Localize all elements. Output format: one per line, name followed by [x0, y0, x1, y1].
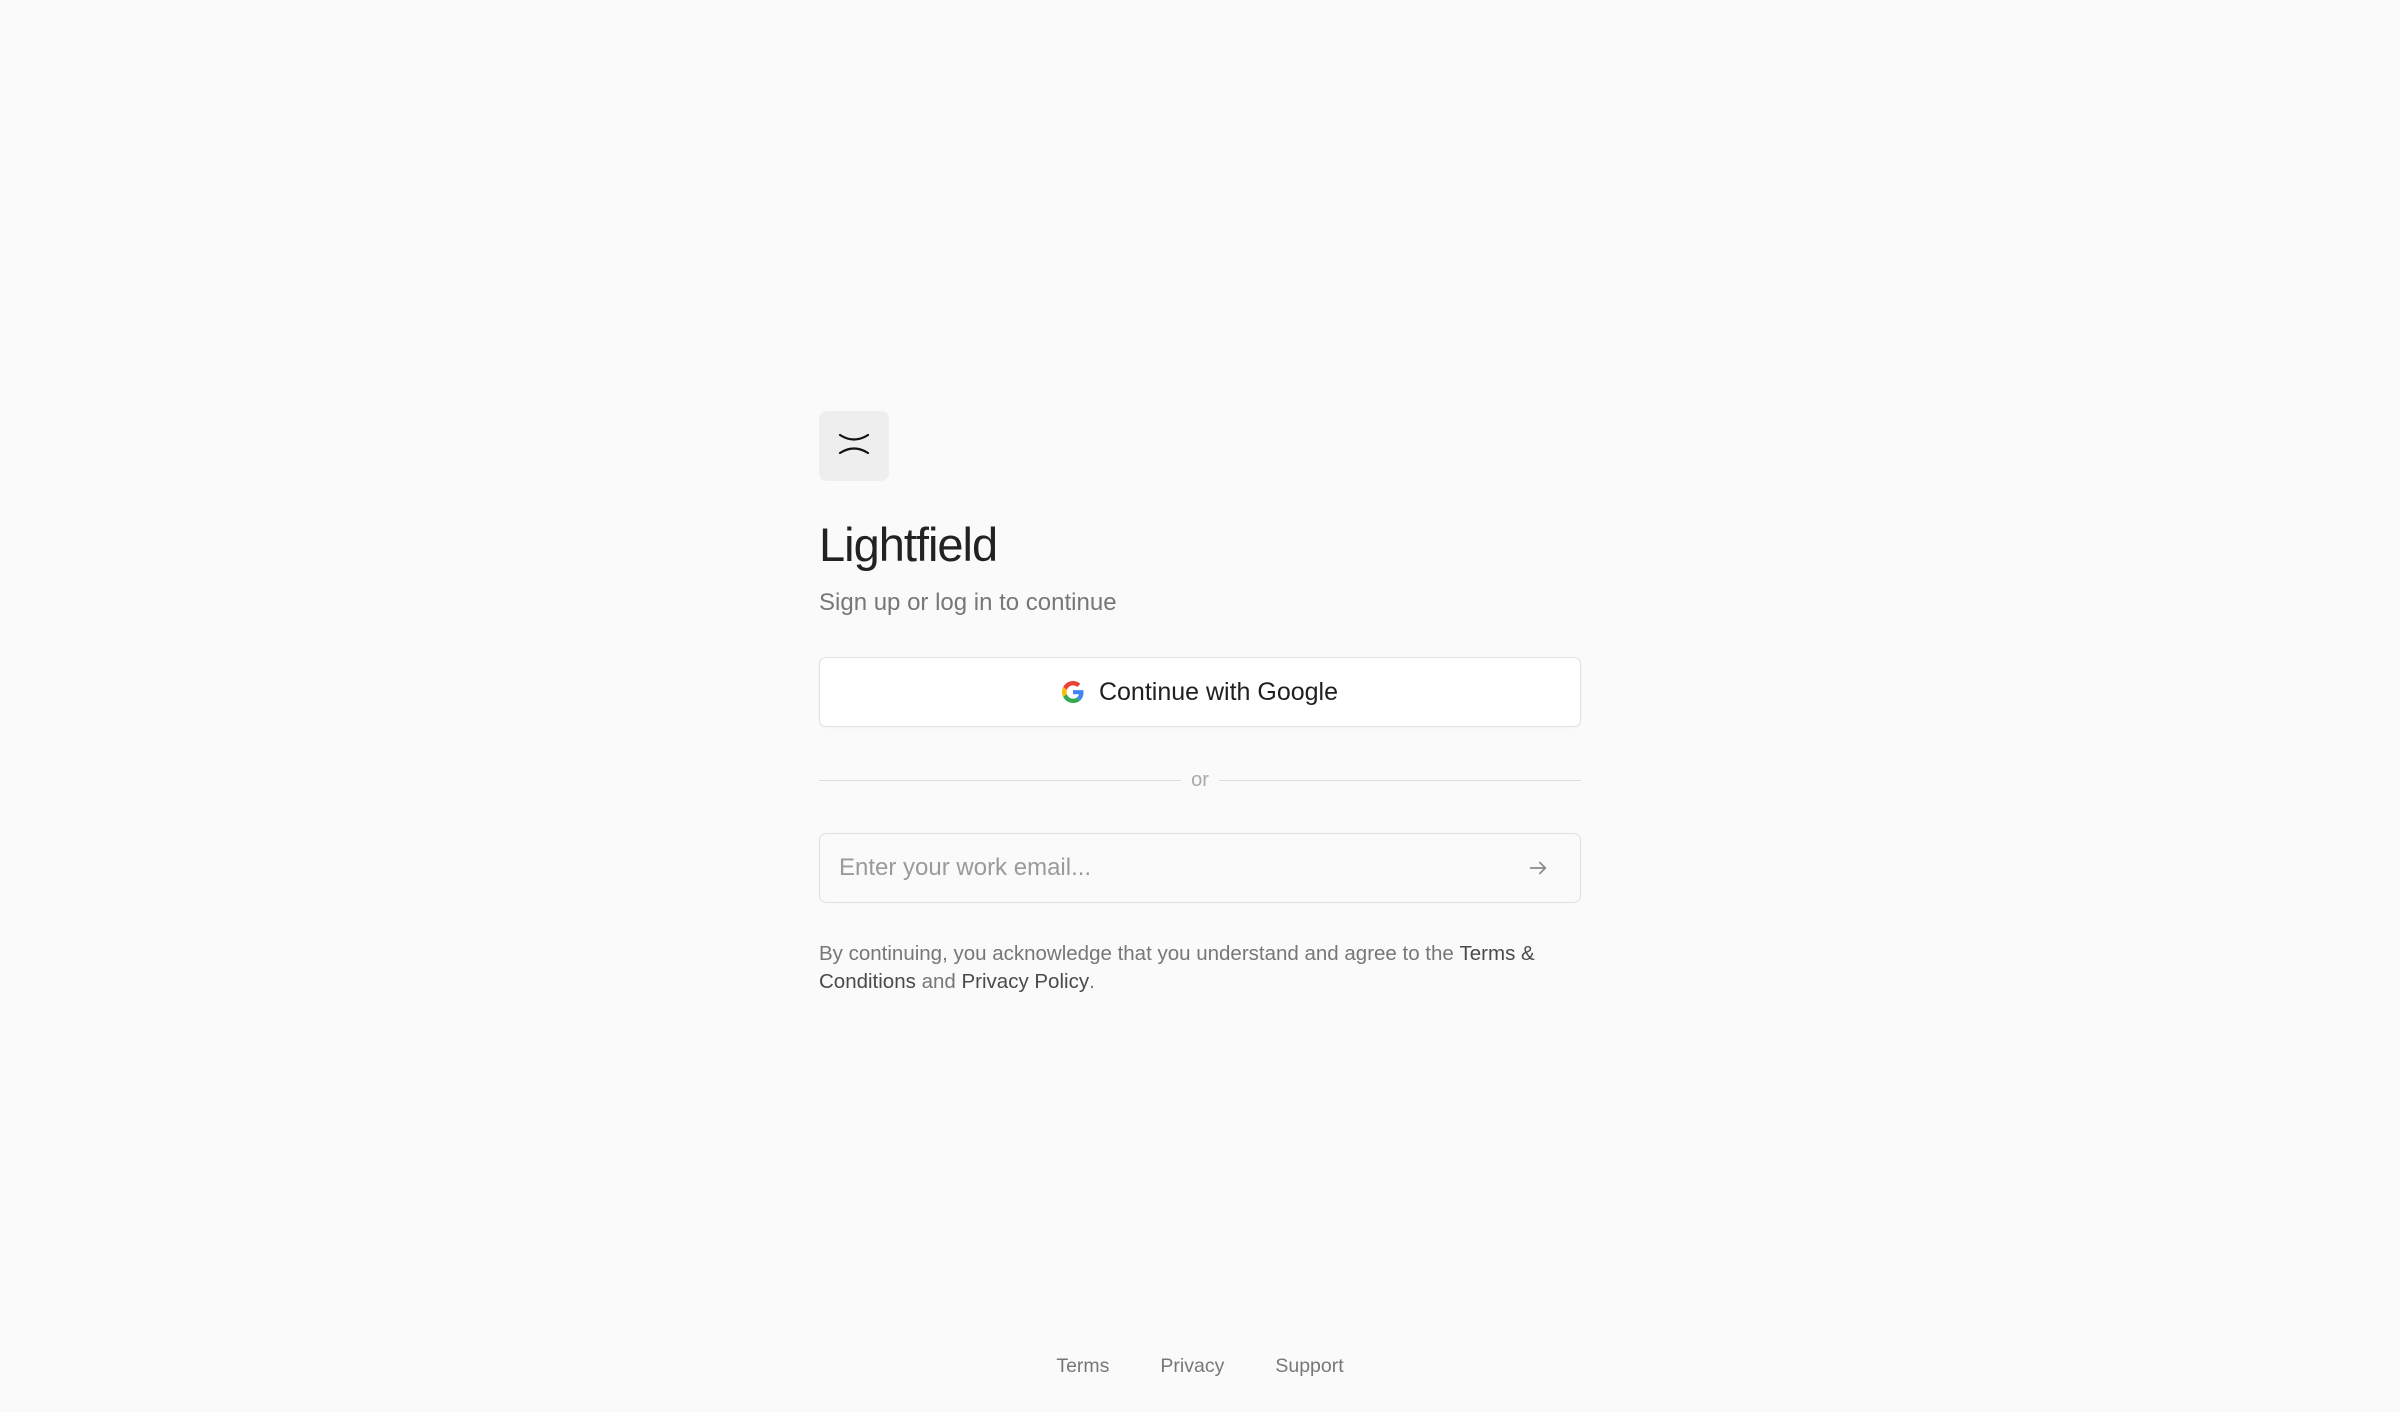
divider-line-right: [1218, 779, 1582, 782]
legal-notice: By continuing, you acknowledge that you …: [819, 940, 1581, 996]
email-field-container: [819, 833, 1581, 904]
legal-suffix: .: [1089, 970, 1095, 994]
google-g-icon: [1061, 681, 1084, 704]
footer-link-privacy[interactable]: Privacy: [1160, 1355, 1224, 1378]
legal-prefix: By continuing, you acknowledge that you …: [819, 942, 1460, 966]
google-button-label: Continue with Google: [1098, 677, 1339, 706]
arrow-right-icon[interactable]: [1518, 848, 1558, 888]
footer-nav: Terms Privacy Support: [0, 1355, 2400, 1378]
app-title: Lightfield: [819, 518, 998, 571]
divider-label: or: [1191, 768, 1209, 791]
login-page: Lightfield Sign up or log in to continue…: [0, 0, 2400, 1412]
page-subtitle: Sign up or log in to continue: [819, 588, 1117, 616]
lightfield-logo-icon: [838, 431, 870, 462]
footer-link-support[interactable]: Support: [1275, 1355, 1343, 1378]
app-logo: [819, 411, 889, 481]
email-input[interactable]: [820, 834, 1518, 903]
legal-middle: and: [915, 970, 962, 994]
divider-line-left: [819, 779, 1182, 782]
footer-link-terms[interactable]: Terms: [1056, 1355, 1109, 1378]
privacy-policy-link[interactable]: Privacy Policy: [961, 970, 1089, 993]
login-card: Lightfield Sign up or log in to continue…: [819, 411, 1582, 996]
continue-with-google-button[interactable]: Continue with Google: [819, 657, 1581, 728]
or-divider: or: [819, 767, 1582, 793]
